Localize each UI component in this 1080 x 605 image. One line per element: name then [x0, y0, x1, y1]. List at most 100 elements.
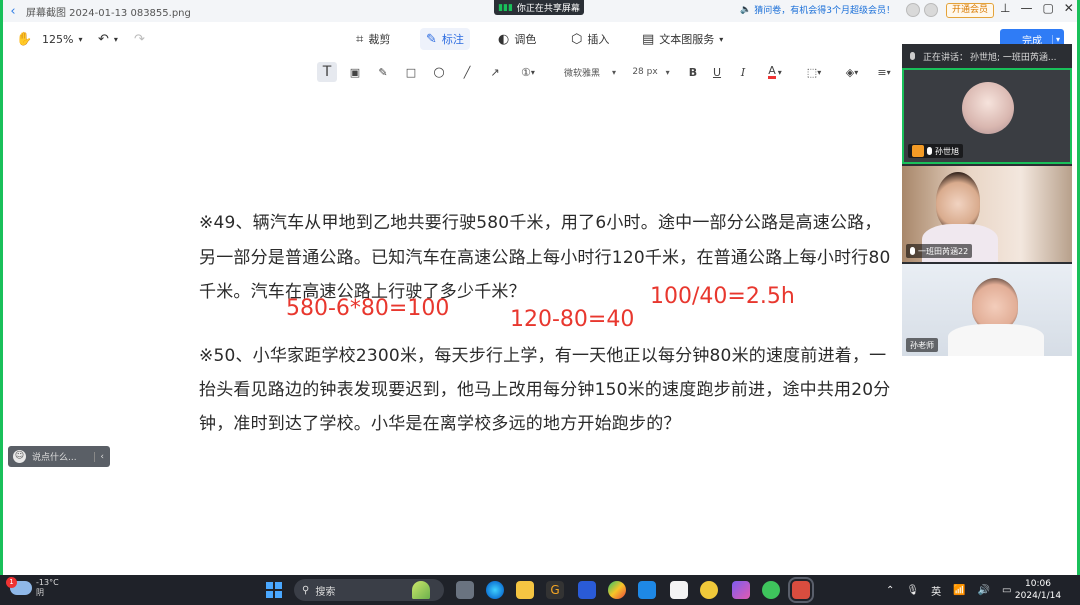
ellipse-tool-icon[interactable]: ○: [430, 62, 448, 82]
adjust-label: 调色: [514, 33, 537, 46]
text-tool[interactable]: T: [317, 62, 337, 82]
insert-label: 插入: [587, 33, 610, 46]
close-icon[interactable]: ✕: [1064, 1, 1074, 15]
taskbar-clock[interactable]: 10:06 2024/1/14: [1010, 578, 1066, 602]
volume-icon[interactable]: 🔊: [978, 585, 990, 596]
chevron-down-icon[interactable]: ▾: [1051, 34, 1060, 44]
image-tool-icon[interactable]: ▣: [346, 62, 364, 82]
participant-name: 孙老师: [910, 340, 934, 350]
chevron-left-icon[interactable]: ‹: [94, 451, 104, 462]
border-button[interactable]: ⬚ ▾: [800, 62, 828, 82]
font-size-select[interactable]: 28 px ▾: [628, 62, 674, 82]
edge-icon[interactable]: [486, 581, 504, 599]
chevron-down-icon: ▾: [78, 34, 83, 44]
speaker-icon: 🔈: [740, 4, 752, 15]
main-toolbar: ✋ 125% ▾ ↶ ▾ ↷ ⌗ 裁剪 ✎ 标注 ◐ 调色 ⬡ 插入 ▤ 文本图…: [0, 26, 900, 52]
file-explorer-icon[interactable]: [516, 581, 534, 599]
font-color-button[interactable]: A ▾: [760, 62, 790, 82]
align-button[interactable]: ≡ ▾: [872, 62, 896, 82]
insert-button[interactable]: ⬡ 插入: [565, 28, 615, 50]
annotation-2[interactable]: 120-80=40: [510, 307, 634, 332]
chevron-down-icon: ▾: [817, 67, 822, 77]
border-icon: ⬚: [806, 65, 818, 79]
media-player-icon[interactable]: [608, 581, 626, 599]
hand-tool[interactable]: ✋: [10, 28, 38, 50]
paint-icon[interactable]: [732, 581, 750, 599]
text-service-label: 文本图服务: [659, 33, 715, 46]
undo-icon: ↶: [98, 31, 109, 47]
italic-button[interactable]: I: [734, 62, 752, 82]
clock-time: 10:06: [1025, 579, 1051, 589]
font-color-a: A: [768, 64, 776, 79]
chat-placeholder: 说点什么...: [32, 453, 77, 463]
settings-icon[interactable]: [924, 3, 938, 17]
microphone-icon: [910, 247, 915, 255]
document-icon: ▤: [642, 31, 655, 47]
annotate-icon: ✎: [426, 31, 437, 47]
participant-body: [948, 324, 1044, 356]
cloud-icon: 1: [6, 577, 32, 595]
task-view-icon[interactable]: [456, 581, 474, 599]
minimize-icon[interactable]: —: [1020, 1, 1032, 15]
emoji-icon[interactable]: ☺: [13, 450, 26, 463]
participant-label: 孙世旭: [908, 144, 963, 158]
bold-button[interactable]: B: [684, 62, 702, 82]
wifi-icon[interactable]: 📶: [953, 585, 965, 596]
font-family-select[interactable]: 微软雅黑 ▾: [560, 62, 620, 82]
speaking-label: 正在讲话：: [923, 52, 969, 63]
crop-button[interactable]: ⌗ 裁剪: [350, 28, 396, 50]
qq-icon[interactable]: [700, 581, 718, 599]
annotation-3[interactable]: 100/40=2.5h: [650, 284, 795, 309]
wechat-icon[interactable]: [762, 581, 780, 599]
chevron-down-icon: ▾: [530, 67, 535, 77]
document-icon[interactable]: [670, 581, 688, 599]
zoom-select[interactable]: 125% ▾: [36, 28, 88, 50]
underline-button[interactable]: U: [708, 62, 726, 82]
annotate-button[interactable]: ✎ 标注: [420, 28, 470, 50]
line-tool-icon[interactable]: ╱: [458, 62, 476, 82]
chat-input-pill[interactable]: ☺ 说点什么... ‹: [8, 446, 110, 467]
vip-button[interactable]: 开通会员: [946, 3, 995, 18]
video-tile-2[interactable]: 一班田芮涵22: [902, 166, 1072, 262]
temperature: -13°C: [36, 578, 59, 587]
ime-indicator[interactable]: 英: [931, 583, 941, 598]
text-service-button[interactable]: ▤ 文本图服务 ▾: [636, 28, 729, 50]
microphone-icon[interactable]: 🎙: [906, 585, 919, 596]
screenshot-app-icon[interactable]: [788, 577, 814, 603]
participant-video: [936, 172, 980, 230]
weather-widget[interactable]: 1 -13°C 阴: [6, 577, 59, 598]
arrow-tool-icon[interactable]: ↗: [486, 62, 504, 82]
video-tile-3[interactable]: 孙老师: [902, 264, 1072, 356]
bing-icon[interactable]: [412, 581, 430, 599]
fill-button[interactable]: ◈ ▾: [838, 62, 866, 82]
chevron-down-icon: ▾: [886, 67, 891, 77]
participant-label: 孙老师: [906, 338, 938, 352]
rectangle-tool-icon[interactable]: □: [402, 62, 420, 82]
weather-badge: 1: [6, 577, 17, 588]
promo-link[interactable]: 🔈 猜问卷，有机会得3个月超级会员！: [740, 3, 895, 17]
participant-name: 一班田芮涵22: [918, 246, 969, 256]
chevron-down-icon: ▾: [113, 34, 118, 44]
g-app-icon[interactable]: G: [546, 581, 564, 599]
pen-tool-icon[interactable]: ✎: [374, 62, 392, 82]
windows-start-icon[interactable]: [266, 582, 282, 598]
annotation-1[interactable]: 580-6*80=100: [286, 296, 449, 321]
question-49-line-1: ※49、辆汽车从甲地到乙地共要行驶580千米，用了6小时。途中一部分公路是高速公…: [199, 213, 882, 233]
app-icon[interactable]: [578, 581, 596, 599]
redo-button[interactable]: ↷: [128, 28, 151, 50]
search-placeholder: 搜索: [315, 586, 336, 598]
font-family-value: 微软雅黑: [563, 68, 600, 79]
pin-icon[interactable]: ⊥: [1000, 1, 1010, 15]
adjust-button[interactable]: ◐ 调色: [492, 28, 542, 50]
photos-icon[interactable]: [638, 581, 656, 599]
maximize-icon[interactable]: ▢: [1042, 1, 1053, 15]
user-avatar-icon[interactable]: [906, 3, 920, 17]
chevron-up-icon[interactable]: ⌃: [886, 585, 894, 596]
undo-button[interactable]: ↶ ▾: [92, 28, 124, 50]
video-tile-1[interactable]: 孙世旭: [902, 68, 1072, 164]
microphone-icon: [927, 147, 932, 155]
back-arrow-icon[interactable]: ‹: [0, 4, 26, 19]
number-marker-tool[interactable]: ① ▾: [514, 62, 542, 82]
screen-share-banner[interactable]: ▮▮▮ 你正在共享屏幕: [494, 0, 584, 15]
annotate-label: 标注: [441, 33, 464, 46]
